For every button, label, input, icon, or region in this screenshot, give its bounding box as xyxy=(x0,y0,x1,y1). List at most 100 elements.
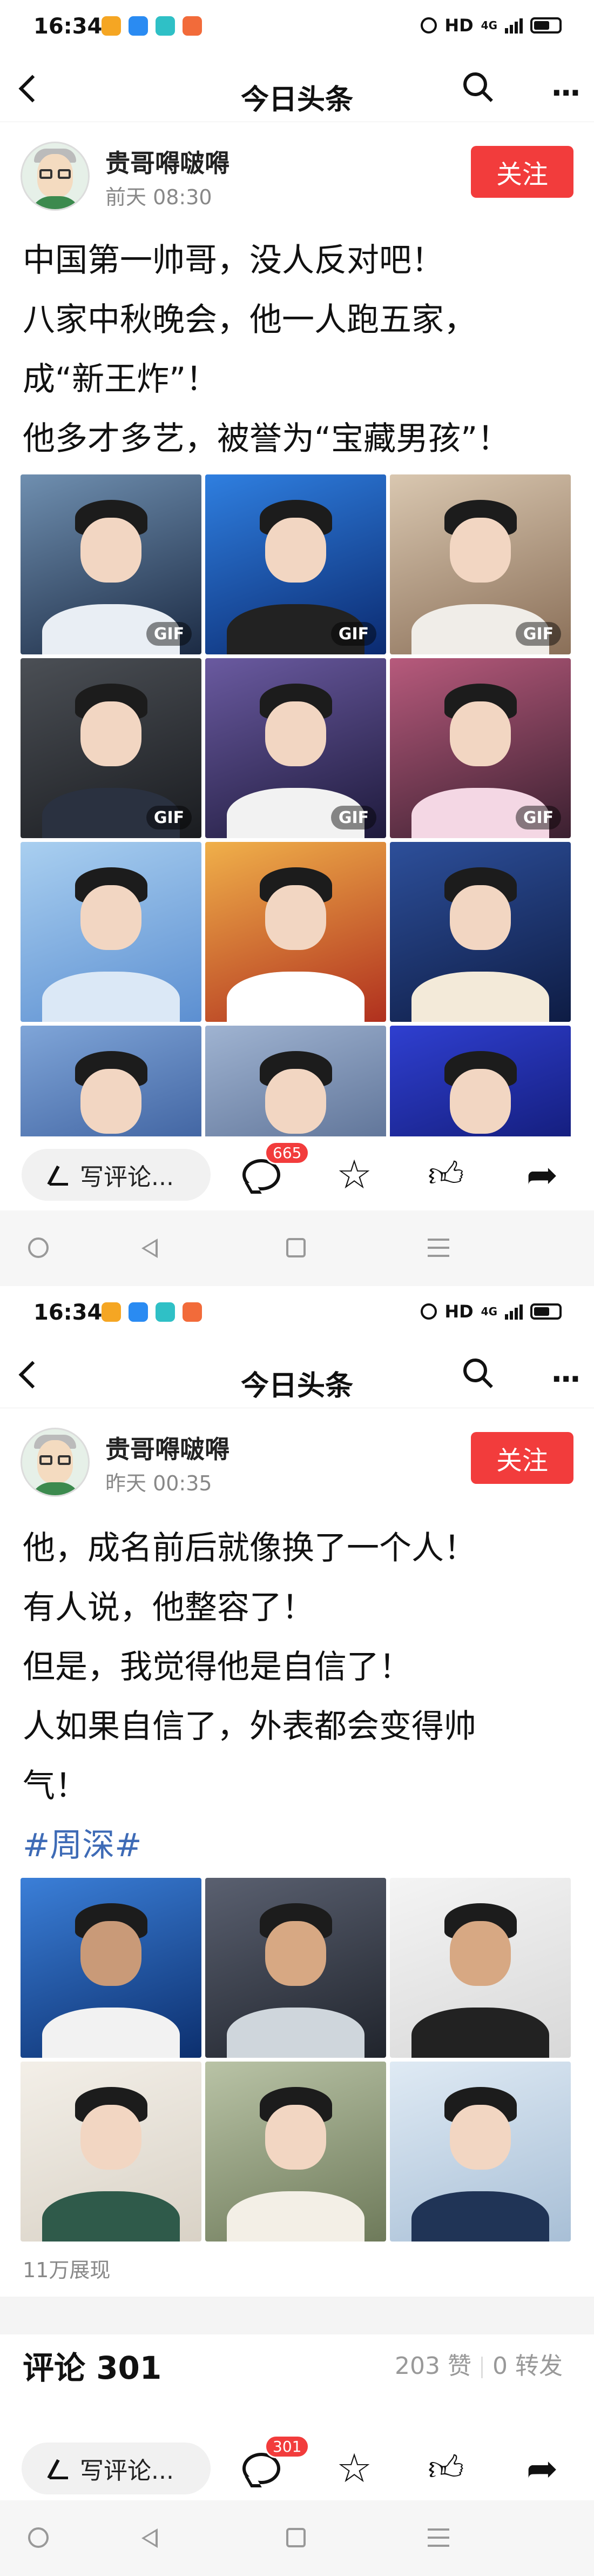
photo-tile[interactable] xyxy=(21,1878,201,2058)
follow-button[interactable]: 关注 xyxy=(471,1432,573,1484)
bottom-action-bar: 写评论... 301 ☆ 👍︎ ➦ xyxy=(0,2435,594,2500)
signal-label: 4G xyxy=(481,19,497,32)
photo-tile[interactable] xyxy=(390,1026,571,1136)
view-count: 11万展现 xyxy=(23,2258,111,2282)
photo-tile[interactable] xyxy=(205,2062,386,2242)
network-label: HD xyxy=(444,1301,474,1322)
favorite-button[interactable]: ☆ xyxy=(333,2447,376,2490)
system-home-icon[interactable] xyxy=(286,1238,306,1257)
status-time: 16:34 xyxy=(33,14,103,39)
share-button[interactable]: ➦ xyxy=(521,2447,564,2490)
photo-tile[interactable]: GIF xyxy=(21,474,201,654)
status-bar: 16:34 HD 4G xyxy=(0,0,594,59)
photo-tile[interactable] xyxy=(205,842,386,1022)
like-button[interactable]: 👍︎ xyxy=(424,2447,468,2490)
alarm-icon xyxy=(421,17,437,34)
photo-tile[interactable] xyxy=(21,2062,201,2242)
system-menu-icon[interactable] xyxy=(428,2528,449,2547)
comment-placeholder: 写评论... xyxy=(80,1163,174,1191)
photo-grid xyxy=(21,1878,571,2242)
photo-tile[interactable] xyxy=(390,842,571,1022)
search-icon[interactable] xyxy=(463,72,487,96)
signal-icon xyxy=(505,1303,523,1320)
post-line: 他多才多艺，被誉为“宝藏男孩”！ xyxy=(23,420,510,458)
section-divider xyxy=(0,2297,594,2334)
more-icon[interactable]: ··· xyxy=(551,1362,581,1397)
photo-tile[interactable]: GIF xyxy=(390,474,571,654)
comment-count-badge: 301 xyxy=(265,2435,310,2458)
favorite-button[interactable]: ☆ xyxy=(333,1153,376,1196)
photo-tile[interactable]: GIF xyxy=(390,658,571,838)
nav-title: 今日头条 xyxy=(240,1370,353,1402)
post-line: 但是，我觉得他是自信了！ xyxy=(23,1648,411,1686)
nav-title: 今日头条 xyxy=(240,84,353,116)
photo-tile[interactable]: GIF xyxy=(205,658,386,838)
post-body: 中国第一帅哥，没人反对吧！ 八家中秋晚会，他一人跑五家， 成“新王炸”！ 他多才… xyxy=(23,231,563,469)
gif-badge: GIF xyxy=(331,806,376,829)
comment-placeholder: 写评论... xyxy=(80,2457,174,2485)
photo-tile[interactable] xyxy=(21,1026,201,1136)
system-nav-bar xyxy=(0,2500,594,2576)
photo-tile[interactable]: GIF xyxy=(205,474,386,654)
top-nav-bar: 今日头条 ··· xyxy=(0,1346,594,1408)
status-app-icons xyxy=(102,16,202,36)
signal-label: 4G xyxy=(481,1305,497,1318)
battery-icon xyxy=(530,17,562,34)
post-time: 前天 08:30 xyxy=(105,185,212,209)
photo-tile[interactable]: GIF xyxy=(21,658,201,838)
status-time: 16:34 xyxy=(33,1300,103,1325)
photo-tile[interactable] xyxy=(205,1878,386,2058)
follow-button[interactable]: 关注 xyxy=(471,146,573,198)
post-line: 气！ xyxy=(23,1767,87,1805)
post-line: 有人说，他整容了！ xyxy=(23,1589,314,1627)
author-name[interactable]: 贵哥嘚啵嘚 xyxy=(105,1430,230,1466)
qq-icon xyxy=(129,1302,148,1322)
comment-count-badge: 665 xyxy=(265,1141,310,1165)
hashtag-link[interactable]: #周深# xyxy=(23,1816,563,1875)
gif-badge: GIF xyxy=(146,806,192,829)
photo-tile[interactable] xyxy=(205,1026,386,1136)
post-line: 八家中秋晚会，他一人跑五家， xyxy=(23,301,476,339)
battery-icon xyxy=(530,1303,562,1320)
top-nav-bar: 今日头条 ··· xyxy=(0,59,594,122)
avatar[interactable] xyxy=(21,1428,90,1497)
author-name[interactable]: 贵哥嘚啵嘚 xyxy=(105,144,230,179)
post-line: 他，成名前后就像换了一个人！ xyxy=(23,1529,476,1567)
network-label: HD xyxy=(444,15,474,36)
system-back-icon[interactable] xyxy=(141,2528,158,2548)
search-icon[interactable] xyxy=(463,1359,487,1382)
pen-icon xyxy=(46,1164,68,1186)
more-icon[interactable]: ··· xyxy=(551,76,581,111)
post-line: 成“新王炸”！ xyxy=(23,360,219,398)
photo-tile[interactable] xyxy=(21,842,201,1022)
photo-tile[interactable] xyxy=(390,2062,571,2242)
thumbs-up-icon: 👍︎ xyxy=(428,1155,464,1195)
weibo-icon xyxy=(102,16,121,36)
alarm-icon xyxy=(421,1303,437,1320)
avatar[interactable] xyxy=(21,142,90,211)
system-home-icon[interactable] xyxy=(286,2528,306,2547)
post-time: 昨天 00:35 xyxy=(105,1471,212,1495)
system-menu-icon[interactable] xyxy=(428,1239,449,1257)
gif-badge: GIF xyxy=(146,622,192,646)
like-count[interactable]: 203 赞 xyxy=(395,2352,471,2380)
star-icon: ☆ xyxy=(336,2445,373,2492)
bottom-action-bar: 写评论... 665 ☆ 👍︎ ➦ xyxy=(0,1141,594,1206)
like-button[interactable]: 👍︎ xyxy=(424,1153,468,1196)
pen-icon xyxy=(46,2458,68,2479)
comment-input[interactable]: 写评论... xyxy=(22,2443,211,2494)
assistant-icon[interactable] xyxy=(28,1237,49,1258)
gif-badge: GIF xyxy=(331,622,376,646)
post-body: 他，成名前后就像换了一个人！ 有人说，他整容了！ 但是，我觉得他是自信了！ 人如… xyxy=(23,1518,563,1875)
assistant-icon[interactable] xyxy=(28,2527,49,2548)
system-back-icon[interactable] xyxy=(141,1239,158,1258)
share-icon: ➦ xyxy=(526,1153,558,1197)
share-button[interactable]: ➦ xyxy=(521,1153,564,1196)
author-row: 贵哥嘚啵嘚 前天 08:30 关注 xyxy=(0,135,594,222)
photo-tile[interactable] xyxy=(390,1878,571,2058)
taobao-icon xyxy=(183,16,202,36)
status-indicators: HD 4G xyxy=(421,15,562,36)
chat-icon xyxy=(156,1302,175,1322)
comment-input[interactable]: 写评论... xyxy=(22,1149,211,1201)
share-count[interactable]: 0 转发 xyxy=(492,2352,563,2380)
